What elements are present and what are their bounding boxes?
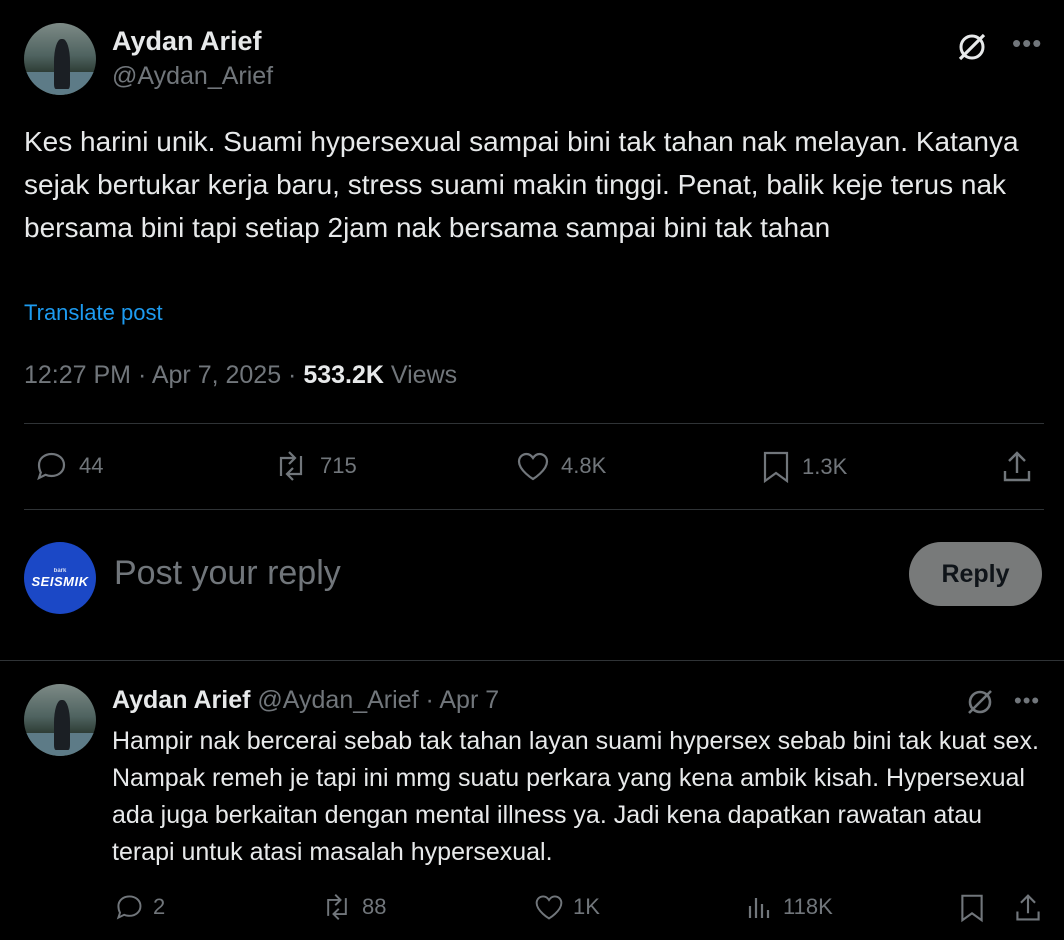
like-action[interactable]: 4.8K [515,449,606,483]
post-meta: 12:27 PM · Apr 7, 2025 · 533.2K Views [24,361,457,390]
reply-repost-count: 88 [362,894,387,919]
reply-views-count: 118K [783,894,833,919]
bookmark-icon[interactable] [958,892,986,924]
author-avatar[interactable] [24,23,96,95]
user-avatar[interactable]: bark SEISMIK [24,542,96,614]
divider [24,509,1044,510]
author-handle[interactable]: @Aydan_Arief [112,62,273,91]
reply-count: 44 [79,453,104,478]
reply-like-action[interactable]: 1K [533,892,600,922]
more-icon[interactable]: ••• [1014,688,1040,714]
repost-icon [279,451,303,481]
more-icon[interactable]: ••• [1012,28,1042,59]
reply-author-avatar[interactable] [24,684,96,756]
reply-text: Hampir nak bercerai sebab tak tahan laya… [112,727,1039,866]
reply-reply-count: 2 [153,894,166,919]
post-timestamp[interactable]: 12:27 PM · Apr 7, 2025 · [24,361,303,389]
like-icon [535,895,563,920]
views-label: Views [383,361,458,389]
avatar-sublabel: bark [53,567,67,574]
reply-icon [116,895,142,920]
reply-button[interactable]: Reply [909,542,1042,606]
grok-icon[interactable] [965,687,995,717]
divider [0,660,1064,661]
reply-action[interactable]: 44 [33,449,103,483]
like-icon [517,452,549,481]
avatar-label: SEISMIK [31,573,89,589]
reply-author-name[interactable]: Aydan Arief [112,686,250,714]
repost-action[interactable]: 715 [272,449,357,483]
share-icon[interactable] [1000,449,1034,485]
translate-post-link[interactable]: Translate post [24,300,163,326]
like-count: 4.8K [561,453,607,478]
author-name[interactable]: Aydan Arief [112,26,262,57]
views-icon [748,898,770,918]
reply-date[interactable]: · Apr 7 [425,686,499,714]
share-icon[interactable] [1013,892,1043,924]
post-text: Kes harini unik. Suami hypersexual sampa… [24,126,1019,243]
reply-input[interactable]: Post your reply [114,554,341,593]
reply-header: Aydan Arief @Aydan_Arief · Apr 7 [112,686,499,715]
views-count: 533.2K [303,361,384,389]
bookmark-action[interactable]: 1.3K [760,449,847,485]
divider [24,423,1044,424]
reply-repost-action[interactable]: 88 [320,892,386,922]
grok-icon[interactable] [955,30,989,64]
bookmark-icon [763,451,789,484]
reply-like-count: 1K [573,894,600,919]
reply-views-action[interactable]: 118K [745,892,833,922]
repost-icon [327,893,347,921]
reply-author-handle[interactable]: @Aydan_Arief [257,686,418,714]
reply-reply-action[interactable]: 2 [113,892,165,922]
reply-icon [37,452,66,481]
repost-count: 715 [320,453,357,478]
bookmark-count: 1.3K [802,454,848,479]
